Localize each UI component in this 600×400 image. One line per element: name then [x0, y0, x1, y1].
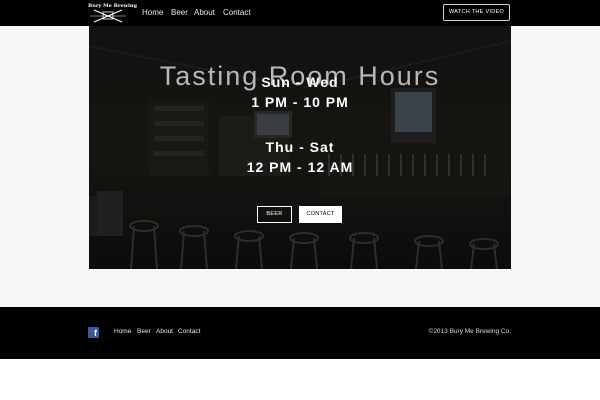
watch-video-button[interactable]: WATCH THE VIDEO [443, 4, 510, 21]
nav-home[interactable]: Home [142, 8, 163, 18]
footer-link-beer[interactable]: Beer [137, 328, 151, 336]
logo-crossed-tools-icon [90, 9, 126, 23]
contact-button[interactable]: CONTACT [299, 206, 342, 223]
beer-button[interactable]: BEER [257, 206, 292, 223]
site-footer: f Home Beer About Contact ©2013 Bury Me … [0, 307, 600, 359]
brand-logo[interactable]: Bury Me Brewing [88, 3, 137, 23]
nav-beer[interactable]: Beer [171, 8, 188, 18]
page-bottom [0, 359, 600, 400]
footer-link-home[interactable]: Home [114, 328, 131, 336]
nav-contact[interactable]: Contact [223, 8, 251, 18]
schedule-hours-2: 12 PM - 12 AM [246, 159, 354, 175]
facebook-icon[interactable]: f [88, 327, 99, 338]
nav-about[interactable]: About [194, 8, 215, 18]
schedule-days-1: Sun - Wed [261, 74, 339, 90]
footer-link-contact[interactable]: Contact [178, 328, 200, 336]
hero-banner: Tasting Room Hours Sun - Wed 1 PM - 10 P… [89, 26, 511, 269]
schedule-hours-1: 1 PM - 10 PM [251, 94, 349, 110]
footer-link-about[interactable]: About [156, 328, 173, 336]
schedule-days-2: Thu - Sat [265, 139, 335, 155]
top-navbar: Bury Me Brewing Home Beer About Contact … [0, 0, 600, 26]
copyright-text: ©2013 Bury Me Brewing Co. [428, 328, 511, 335]
